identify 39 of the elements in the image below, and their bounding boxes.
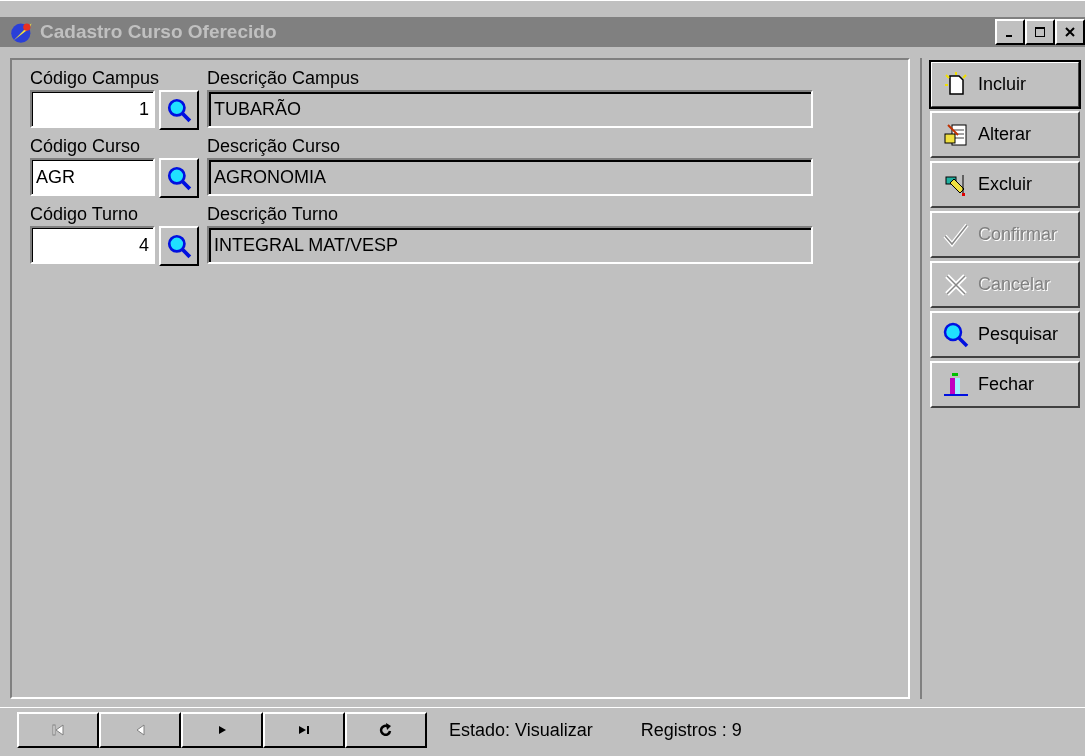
window-title: Cadastro Curso Oferecido [40, 21, 278, 43]
status-text: Estado: Visualizar [449, 719, 593, 741]
code-field[interactable]: AGR [30, 158, 155, 196]
code-field[interactable]: 4 [30, 226, 155, 264]
field-label: Código Curso [30, 135, 142, 158]
delete-button[interactable]: Excluir [930, 161, 1080, 208]
field-label: Código Turno [30, 203, 140, 226]
next-record-button[interactable] [181, 712, 263, 748]
magnifier-icon [166, 97, 192, 123]
close-icon [1065, 27, 1075, 37]
search-button[interactable] [159, 226, 199, 266]
record-count: Registros : 9 [640, 719, 742, 741]
field-label: Código Campus [30, 67, 161, 90]
last-record-button[interactable] [263, 712, 345, 748]
maximize-icon [1035, 27, 1045, 37]
minimize-icon [1006, 35, 1012, 37]
magnifier-icon [166, 165, 192, 191]
refresh-record-button[interactable] [345, 712, 427, 748]
close-button[interactable] [1055, 19, 1085, 45]
maximize-button[interactable] [1025, 19, 1055, 45]
door-icon [942, 370, 970, 399]
new-button[interactable]: Incluir [930, 61, 1080, 108]
search-button[interactable] [159, 158, 199, 198]
field-label: Descrição Curso [207, 135, 342, 158]
magnifier-icon [942, 320, 970, 349]
field-label: Descrição Turno [207, 203, 340, 226]
field-label: Descrição Campus [207, 67, 361, 90]
edit-button[interactable]: Alterar [930, 111, 1080, 158]
search-button[interactable]: Pesquisar [930, 311, 1080, 358]
description-field[interactable]: AGRONOMIA [207, 158, 813, 196]
description-field[interactable]: TUBARÃO [207, 90, 813, 128]
search-button[interactable] [159, 90, 199, 130]
magnifier-icon [166, 233, 192, 259]
close-button[interactable]: Fechar [930, 361, 1080, 408]
minimize-button[interactable] [995, 19, 1025, 45]
prev-record-button[interactable] [99, 712, 181, 748]
description-field[interactable]: INTEGRAL MAT/VESP [207, 226, 813, 264]
first-record-button[interactable] [17, 712, 99, 748]
code-field[interactable]: 1 [30, 90, 155, 128]
